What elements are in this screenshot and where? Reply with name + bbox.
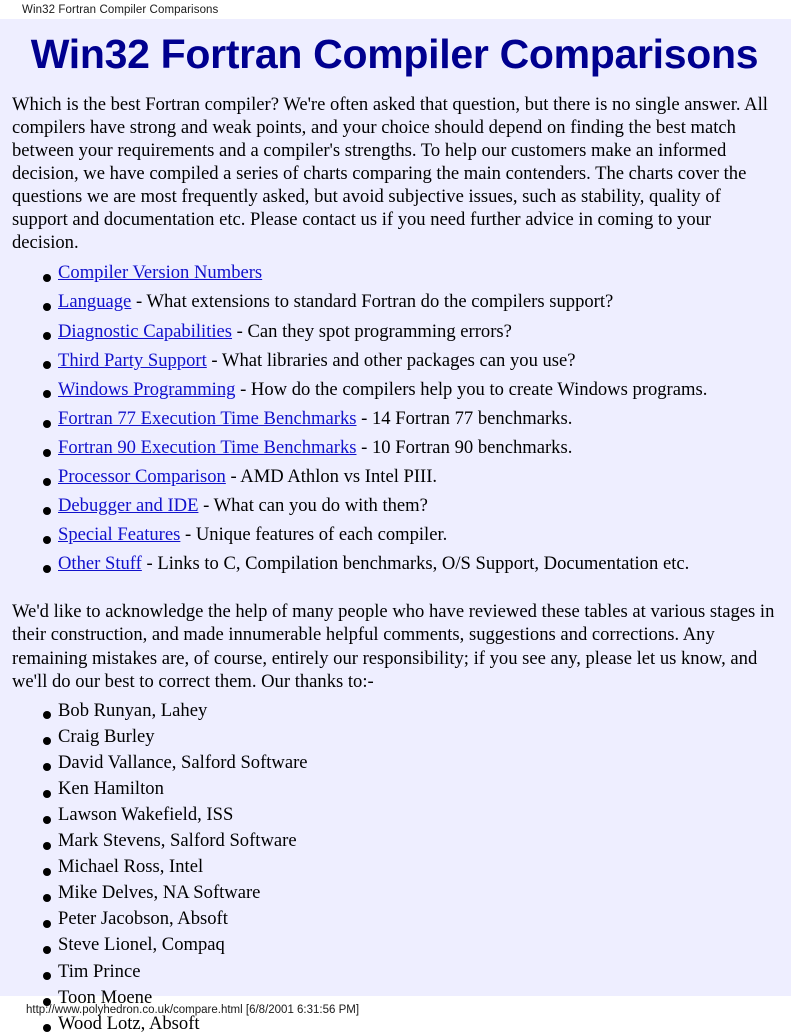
section-link-description: - Unique features of each compiler. [180,524,448,546]
section-link[interactable]: Language [58,291,131,312]
section-link-description: - Links to C, Compilation benchmarks, O/… [141,553,690,575]
contributor-list: Bob Runyan, Lahey Craig Burley David Valla… [12,693,777,1034]
list-item: Diagnostic Capabilities - Can they spot … [12,320,777,342]
section-link[interactable]: Third Party Support [58,350,207,371]
list-item: Language - What extensions to standard F… [12,293,777,312]
list-item: David Vallance, Salford Software [12,751,777,773]
section-link[interactable]: Compiler Version Numbers [58,262,262,283]
list-item: Wood Lotz, Absoft [12,1012,777,1034]
list-item: Fortran 77 Execution Time Benchmarks - 1… [12,407,777,429]
list-item: Craig Burley [12,725,777,747]
list-item: Lawson Wakefield, ISS [12,803,777,825]
section-link[interactable]: Other Stuff [58,553,142,574]
contributor-name: Wood Lotz, Absoft [58,1012,200,1034]
list-item: Peter Jacobson, Absoft [12,910,777,929]
section-link-list: Compiler Version Numbers Language - What … [12,254,777,574]
page-title: Win32 Fortran Compiler Comparisons [30,31,759,77]
print-header-title: Win32 Fortran Compiler Comparisons [22,3,219,16]
section-link-description: - 14 Fortran 77 benchmarks. [356,407,573,429]
section-link[interactable]: Windows Programming [58,379,235,400]
contributor-name: Craig Burley [58,725,155,747]
list-item: Windows Programming - How do the compile… [12,378,777,400]
contributor-name: Tim Prince [58,960,141,982]
list-item: Toon Moene [12,986,777,1008]
section-link[interactable]: Fortran 90 Execution Time Benchmarks [58,437,357,458]
contributor-name: Steve Lionel, Compaq [58,934,225,956]
section-link-description: - How do the compilers help you to creat… [235,378,708,400]
section-link[interactable]: Fortran 77 Execution Time Benchmarks [58,408,357,429]
list-item: Debugger and IDE - What can you do with … [12,495,777,517]
list-item: Third Party Support - What libraries and… [12,349,777,371]
contributor-name: Peter Jacobson, Absoft [58,908,228,930]
contributor-name: Mark Stevens, Salford Software [58,830,297,852]
document-page: Win32 Fortran Compiler Comparisons Which… [0,19,791,1033]
list-item: Michael Ross, Intel [12,856,777,878]
contributor-name: Bob Runyan, Lahey [58,699,208,721]
list-item: Mike Delves, NA Software [12,882,777,904]
list-item: Special Features - Unique features of ea… [12,524,777,546]
list-item: Mark Stevens, Salford Software [12,830,777,852]
section-link-description: - What can you do with them? [198,495,428,517]
list-item: Other Stuff - Links to C, Compilation be… [12,555,777,574]
contributor-name: Ken Hamilton [58,777,164,799]
section-link[interactable]: Debugger and IDE [58,495,198,516]
contributor-name: Mike Delves, NA Software [58,882,261,904]
section-link-description: - 10 Fortran 90 benchmarks. [356,436,573,458]
contributor-name: Lawson Wakefield, ISS [58,803,234,825]
section-link[interactable]: Special Features [58,524,180,545]
section-link-description: - What extensions to standard Fortran do… [131,291,614,313]
list-item: Tim Prince [12,960,777,982]
list-item: Ken Hamilton [12,777,777,799]
list-item: Compiler Version Numbers [12,264,777,283]
list-item: Steve Lionel, Compaq [12,936,777,955]
contributor-name: Toon Moene [58,986,153,1008]
contributor-name: Michael Ross, Intel [58,856,204,878]
intro-paragraph: Which is the best Fortran compiler? We'r… [12,94,768,254]
list-item: Fortran 90 Execution Time Benchmarks - 1… [12,436,777,458]
list-item: Bob Runyan, Lahey [12,699,777,721]
section-link[interactable]: Processor Comparison [58,466,226,487]
section-link-description: - Can they spot programming errors? [232,320,512,342]
print-header-bar: Win32 Fortran Compiler Comparisons [0,0,791,19]
acknowledgement-paragraph: We'd like to acknowledge the help of man… [12,601,775,692]
section-link[interactable]: Diagnostic Capabilities [58,321,232,342]
section-link-description: - AMD Athlon vs Intel PIII. [225,466,438,488]
contributor-name: David Vallance, Salford Software [58,751,308,773]
section-link-description: - What libraries and other packages can … [206,349,576,371]
list-item: Processor Comparison - AMD Athlon vs Int… [12,466,777,488]
